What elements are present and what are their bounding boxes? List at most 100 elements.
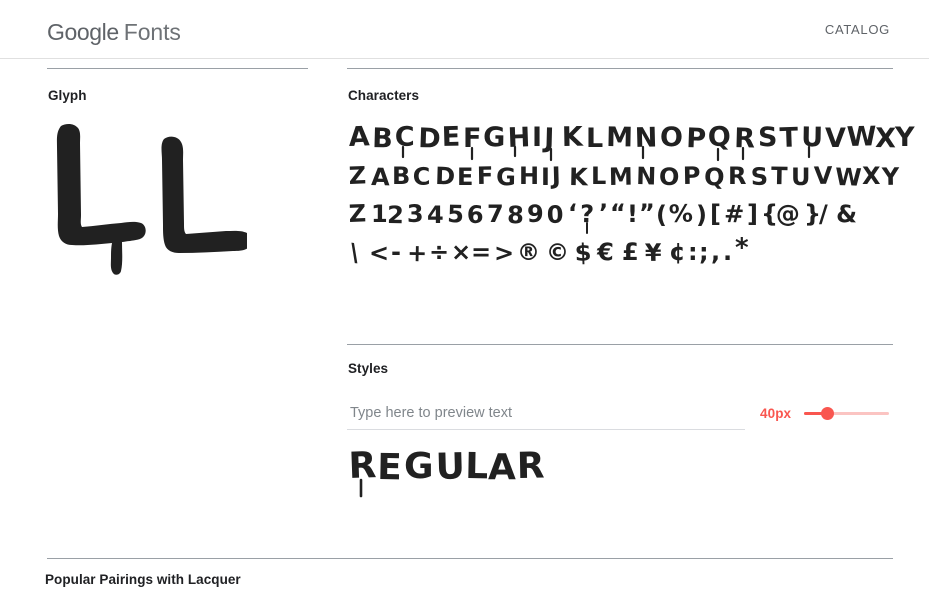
- svg-text:.: .: [723, 238, 733, 266]
- svg-text:@: @: [776, 200, 801, 228]
- logo-google-text: Google: [47, 19, 119, 45]
- charset-row: Z A B C D E F G H I J K L M N O P Q R S …: [347, 154, 901, 196]
- svg-text:L: L: [465, 446, 490, 487]
- svg-text:7: 7: [487, 200, 505, 228]
- svg-text:”: ”: [639, 199, 656, 227]
- svg-text:U: U: [801, 122, 825, 153]
- svg-text:8: 8: [507, 201, 525, 229]
- svg-text:G: G: [483, 122, 507, 153]
- svg-text:-: -: [391, 238, 402, 266]
- svg-text:;: ;: [699, 238, 710, 266]
- svg-text:Z: Z: [348, 199, 367, 228]
- svg-text:I: I: [541, 163, 551, 191]
- svg-text:C: C: [412, 163, 432, 191]
- svg-text:M: M: [606, 122, 635, 153]
- svg-text:¢: ¢: [669, 238, 687, 266]
- charset-row: Z 1 2 3 4 5 6 7 8 9 0 ‘ ? ’ “ ! ” (%) …: [347, 192, 899, 234]
- font-size-control[interactable]: 40px: [760, 405, 890, 421]
- svg-text:“: “: [610, 199, 627, 227]
- svg-text:N: N: [636, 162, 658, 191]
- svg-text:V: V: [825, 123, 847, 154]
- svg-text:U: U: [435, 446, 467, 488]
- svg-text:T: T: [779, 122, 800, 154]
- svg-text:A: A: [488, 447, 517, 488]
- svg-text:’: ’: [599, 199, 609, 227]
- svg-text:R: R: [348, 445, 379, 487]
- svg-text:/: /: [819, 200, 829, 228]
- svg-text:R: R: [516, 445, 546, 487]
- svg-text:F: F: [477, 162, 495, 190]
- divider-characters: [347, 68, 893, 69]
- svg-text:Y: Y: [894, 122, 916, 153]
- svg-text:P: P: [686, 123, 708, 155]
- svg-text:B: B: [372, 123, 395, 155]
- svg-text:V: V: [814, 162, 834, 190]
- svg-text:5: 5: [447, 200, 465, 228]
- glyph-preview: [47, 120, 308, 315]
- svg-text:D: D: [435, 162, 457, 191]
- divider-styles: [347, 344, 893, 345]
- svg-text:K: K: [569, 163, 589, 191]
- svg-text:H: H: [519, 162, 540, 190]
- divider-glyph: [47, 68, 308, 69]
- svg-text:O: O: [659, 163, 681, 191]
- svg-text:\: \: [348, 238, 362, 267]
- svg-text:!: !: [627, 200, 639, 228]
- svg-text:×: ×: [451, 238, 472, 266]
- svg-text:®: ®: [517, 240, 541, 266]
- svg-text:D: D: [418, 123, 443, 155]
- character-set: A B C D E F G H I J K L M N O P Q R S T …: [347, 116, 914, 274]
- preview-text-input[interactable]: [347, 405, 745, 423]
- svg-text:E: E: [457, 163, 475, 191]
- svg-text:I: I: [532, 122, 544, 153]
- svg-text:*: *: [735, 233, 750, 263]
- slider-thumb[interactable]: [821, 407, 835, 420]
- svg-text:): ): [696, 201, 708, 229]
- svg-text:E: E: [377, 447, 404, 488]
- svg-text:W: W: [846, 121, 878, 153]
- svg-text:+: +: [407, 239, 429, 267]
- svg-text:J: J: [549, 162, 562, 190]
- svg-text:€: €: [596, 238, 615, 266]
- svg-text:S: S: [758, 122, 779, 153]
- section-heading-pairings: Popular Pairings with Lacquer: [45, 572, 241, 587]
- svg-text:>: >: [494, 239, 515, 267]
- svg-text:‘: ‘: [568, 199, 578, 227]
- svg-text:H: H: [507, 122, 532, 154]
- svg-text:÷: ÷: [429, 238, 450, 266]
- svg-text:]: ]: [747, 200, 759, 228]
- svg-text:S: S: [750, 163, 769, 191]
- svg-text:Q: Q: [704, 163, 726, 191]
- svg-text:E: E: [441, 121, 462, 153]
- section-heading-characters: Characters: [348, 88, 420, 103]
- svg-text:©: ©: [546, 240, 570, 266]
- svg-text:O: O: [660, 122, 684, 153]
- svg-text:L: L: [586, 123, 605, 154]
- section-heading-styles: Styles: [348, 361, 389, 376]
- nav-link-catalog[interactable]: CATALOG: [825, 22, 890, 37]
- svg-text:U: U: [791, 163, 812, 191]
- svg-text:J: J: [542, 123, 556, 154]
- font-specimen-page: Google Fonts CATALOG Glyph Characters St…: [0, 0, 929, 603]
- svg-text:$: $: [574, 238, 593, 267]
- svg-text:N: N: [634, 122, 659, 154]
- charset-row: \ < - + ÷ × = > ® © $ € £ ¥ ¢ : ; , . *: [347, 230, 899, 274]
- svg-text:A: A: [371, 163, 391, 191]
- font-size-slider[interactable]: [804, 405, 890, 421]
- svg-text:R: R: [734, 123, 757, 155]
- svg-text:K: K: [562, 122, 585, 153]
- logo-fonts-text: Fonts: [123, 19, 181, 45]
- style-sample-regular: R E G U L A R: [347, 440, 607, 498]
- svg-text:4: 4: [427, 201, 445, 229]
- preview-text-field[interactable]: [347, 404, 745, 430]
- google-fonts-logo[interactable]: Google Fonts: [47, 19, 181, 46]
- site-header: Google Fonts CATALOG: [0, 0, 929, 59]
- svg-text:X: X: [862, 162, 882, 190]
- svg-text:P: P: [683, 162, 702, 190]
- svg-text:Y: Y: [881, 163, 901, 191]
- section-heading-glyph: Glyph: [48, 88, 87, 103]
- divider-pairings: [47, 558, 893, 559]
- svg-text:3: 3: [407, 200, 425, 228]
- svg-text:2: 2: [387, 201, 405, 229]
- svg-text:,: ,: [711, 238, 721, 266]
